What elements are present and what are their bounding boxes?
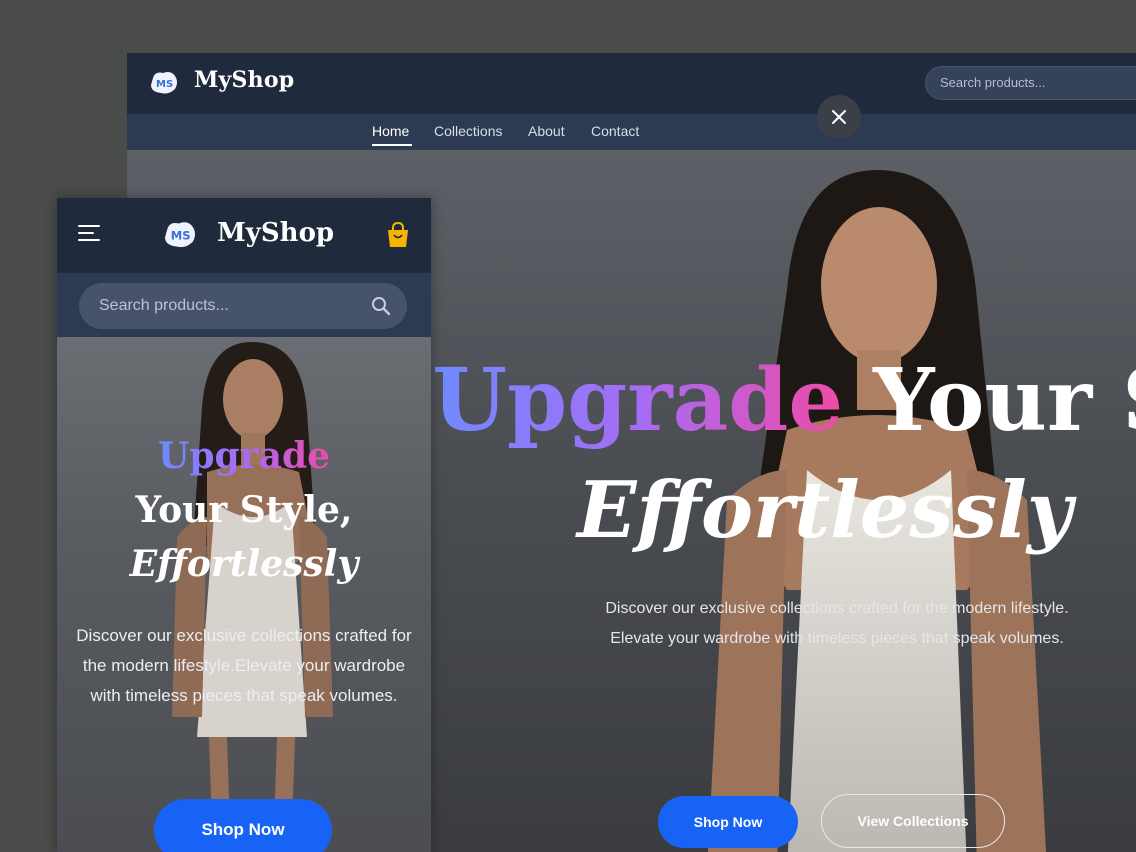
- mobile-hero-title-line3: Effortlessly: [129, 543, 359, 585]
- desktop-hero-title-gradient: Upgrade: [432, 350, 844, 451]
- mobile-hero-title-line2: Your Style,: [135, 489, 353, 531]
- desktop-search-input[interactable]: Search products...: [925, 66, 1136, 100]
- desktop-hero-title-rest: Your Sty: [873, 350, 1136, 451]
- mobile-hero-title-gradient: Upgrade: [157, 435, 331, 477]
- desktop-view-collections-button[interactable]: View Collections: [821, 794, 1005, 848]
- mobile-header: MS MyShop: [57, 198, 431, 273]
- desktop-hero-description: Discover our exclusive collections craft…: [547, 594, 1127, 654]
- mobile-brand-name[interactable]: MyShop: [217, 218, 334, 248]
- logo-icon[interactable]: MS: [162, 220, 198, 250]
- desktop-header: MS MyShop Search products...: [127, 53, 1136, 114]
- menu-icon[interactable]: [78, 225, 100, 241]
- desktop-hero-title-line2: Effortlessly: [577, 465, 1073, 556]
- mobile-search-input[interactable]: Search products...: [79, 283, 407, 329]
- desktop-hero-desc-line2: Elevate your wardrobe with timeless piec…: [610, 630, 1064, 647]
- shopping-bag-icon[interactable]: [386, 222, 410, 248]
- svg-text:MS: MS: [156, 79, 173, 90]
- desktop-hero-title-line1: Upgrade Your Sty: [432, 358, 1136, 444]
- mobile-hero-title-line1: Upgrade: [57, 435, 431, 478]
- desktop-shop-now-button[interactable]: Shop Now: [658, 796, 798, 848]
- logo-icon[interactable]: MS: [149, 70, 179, 96]
- desktop-brand-name[interactable]: MyShop: [194, 67, 294, 93]
- mobile-hero-description: Discover our exclusive collections craft…: [76, 626, 412, 705]
- close-icon: [832, 110, 846, 124]
- mobile-search-placeholder: Search products...: [99, 297, 229, 314]
- nav-collections[interactable]: Collections: [434, 123, 502, 139]
- desktop-nav-bar: Home Collections About Contact: [127, 114, 1136, 150]
- search-icon[interactable]: [371, 296, 391, 316]
- hero-model-image: [172, 342, 333, 852]
- mobile-shop-now-button[interactable]: Shop Now: [154, 799, 332, 852]
- mobile-window: MS MyShop Search products... Upgrade You…: [57, 198, 431, 852]
- nav-about[interactable]: About: [528, 123, 565, 139]
- svg-text:MS: MS: [171, 229, 191, 243]
- desktop-hero-desc-line1: Discover our exclusive collections craft…: [605, 600, 1069, 617]
- nav-active-indicator: [372, 144, 412, 146]
- nav-contact[interactable]: Contact: [591, 123, 639, 139]
- nav-home[interactable]: Home: [372, 123, 409, 139]
- close-button[interactable]: [817, 95, 861, 139]
- mobile-hero: Upgrade Your Style, Effortlessly Discove…: [57, 337, 431, 852]
- mobile-search-bar: Search products...: [57, 273, 431, 337]
